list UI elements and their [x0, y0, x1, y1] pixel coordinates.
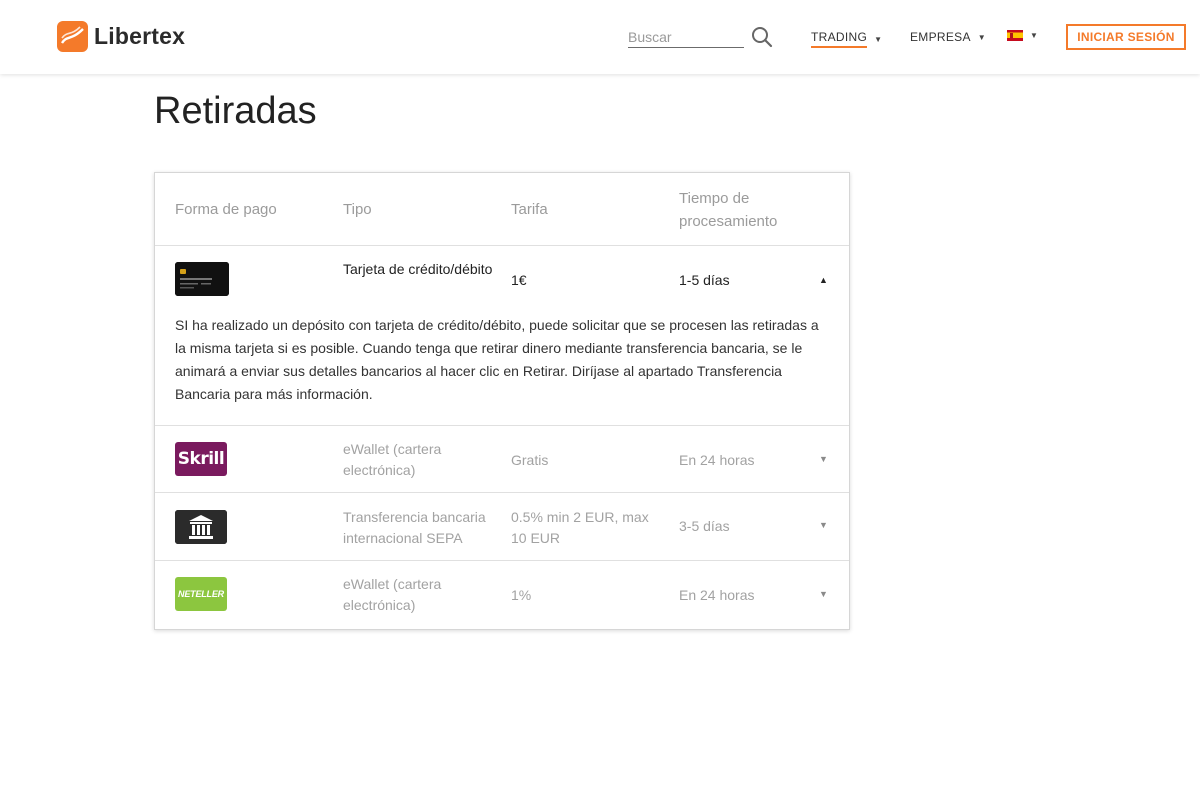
- row-fee: 0.5% min 2 EUR, max 10 EUR: [511, 509, 649, 546]
- row-type: eWallet (cartera electrónica): [343, 576, 442, 613]
- table-row-bank-transfer[interactable]: Transferencia bancaria internacional SEP…: [155, 493, 849, 561]
- credit-card-icon: [175, 262, 229, 296]
- row-fee: 1%: [511, 587, 532, 603]
- row-time: En 24 horas: [679, 452, 755, 468]
- row-fee: Gratis: [511, 452, 549, 468]
- withdrawals-table: Forma de pago Tipo Tarifa Tiempo de proc…: [154, 172, 850, 630]
- libertex-logo-icon: [57, 21, 88, 52]
- caret-down-icon: ▼: [1030, 31, 1039, 40]
- brand-name: Libertex: [94, 23, 186, 49]
- nav-trading[interactable]: TRADING ▼: [811, 30, 882, 48]
- column-header-payment-method: Forma de pago: [175, 201, 277, 218]
- nav-empresa-label: EMPRESA: [910, 30, 971, 44]
- chevron-up-icon[interactable]: ▲: [819, 275, 828, 285]
- chevron-down-icon[interactable]: ▼: [819, 520, 828, 530]
- row-type: eWallet (cartera electrónica): [343, 441, 442, 478]
- column-header-type: Tipo: [343, 201, 372, 218]
- row-time: 1-5 días: [679, 272, 730, 288]
- row-type: Transferencia bancaria internacional SEP…: [343, 509, 486, 546]
- table-row-card[interactable]: Tarjeta de crédito/débito 1€ 1-5 días ▲ …: [155, 246, 849, 426]
- language-selector[interactable]: ▼: [1007, 30, 1038, 41]
- bank-icon: [175, 510, 227, 544]
- skrill-logo-icon: Skrill: [175, 442, 227, 476]
- top-header: Libertex TRADING ▼ EMPRESA ▼ ▼ INICIAR S…: [0, 0, 1200, 74]
- neteller-logo-icon: NETELLER: [175, 577, 227, 611]
- nav-trading-label: TRADING: [811, 30, 868, 48]
- row-fee: 1€: [511, 272, 527, 288]
- table-header: Forma de pago Tipo Tarifa Tiempo de proc…: [155, 173, 849, 246]
- row-time: En 24 horas: [679, 587, 755, 603]
- caret-down-icon: ▼: [874, 34, 883, 44]
- page-title: Retiradas: [154, 90, 317, 132]
- chevron-down-icon[interactable]: ▼: [819, 454, 828, 464]
- row-detail-text: SI ha realizado un depósito con tarjeta …: [175, 317, 819, 402]
- chevron-down-icon[interactable]: ▼: [819, 589, 828, 599]
- row-time: 3-5 días: [679, 518, 730, 534]
- search-box: [628, 26, 744, 48]
- search-input[interactable]: [628, 26, 744, 47]
- caret-down-icon: ▼: [977, 32, 987, 42]
- table-row-skrill[interactable]: Skrill eWallet (cartera electrónica) Gra…: [155, 426, 849, 493]
- column-header-fee: Tarifa: [511, 201, 548, 218]
- search-icon[interactable]: [751, 26, 773, 48]
- nav-empresa[interactable]: EMPRESA ▼: [910, 30, 986, 44]
- login-button[interactable]: INICIAR SESIÓN: [1066, 24, 1186, 50]
- spain-flag-icon: [1007, 30, 1023, 41]
- column-header-processing-time: Tiempo de procesamiento: [679, 190, 778, 230]
- table-row-neteller[interactable]: NETELLER eWallet (cartera electrónica) 1…: [155, 561, 849, 629]
- brand-logo[interactable]: Libertex: [57, 21, 185, 52]
- row-type: Tarjeta de crédito/débito: [343, 261, 493, 277]
